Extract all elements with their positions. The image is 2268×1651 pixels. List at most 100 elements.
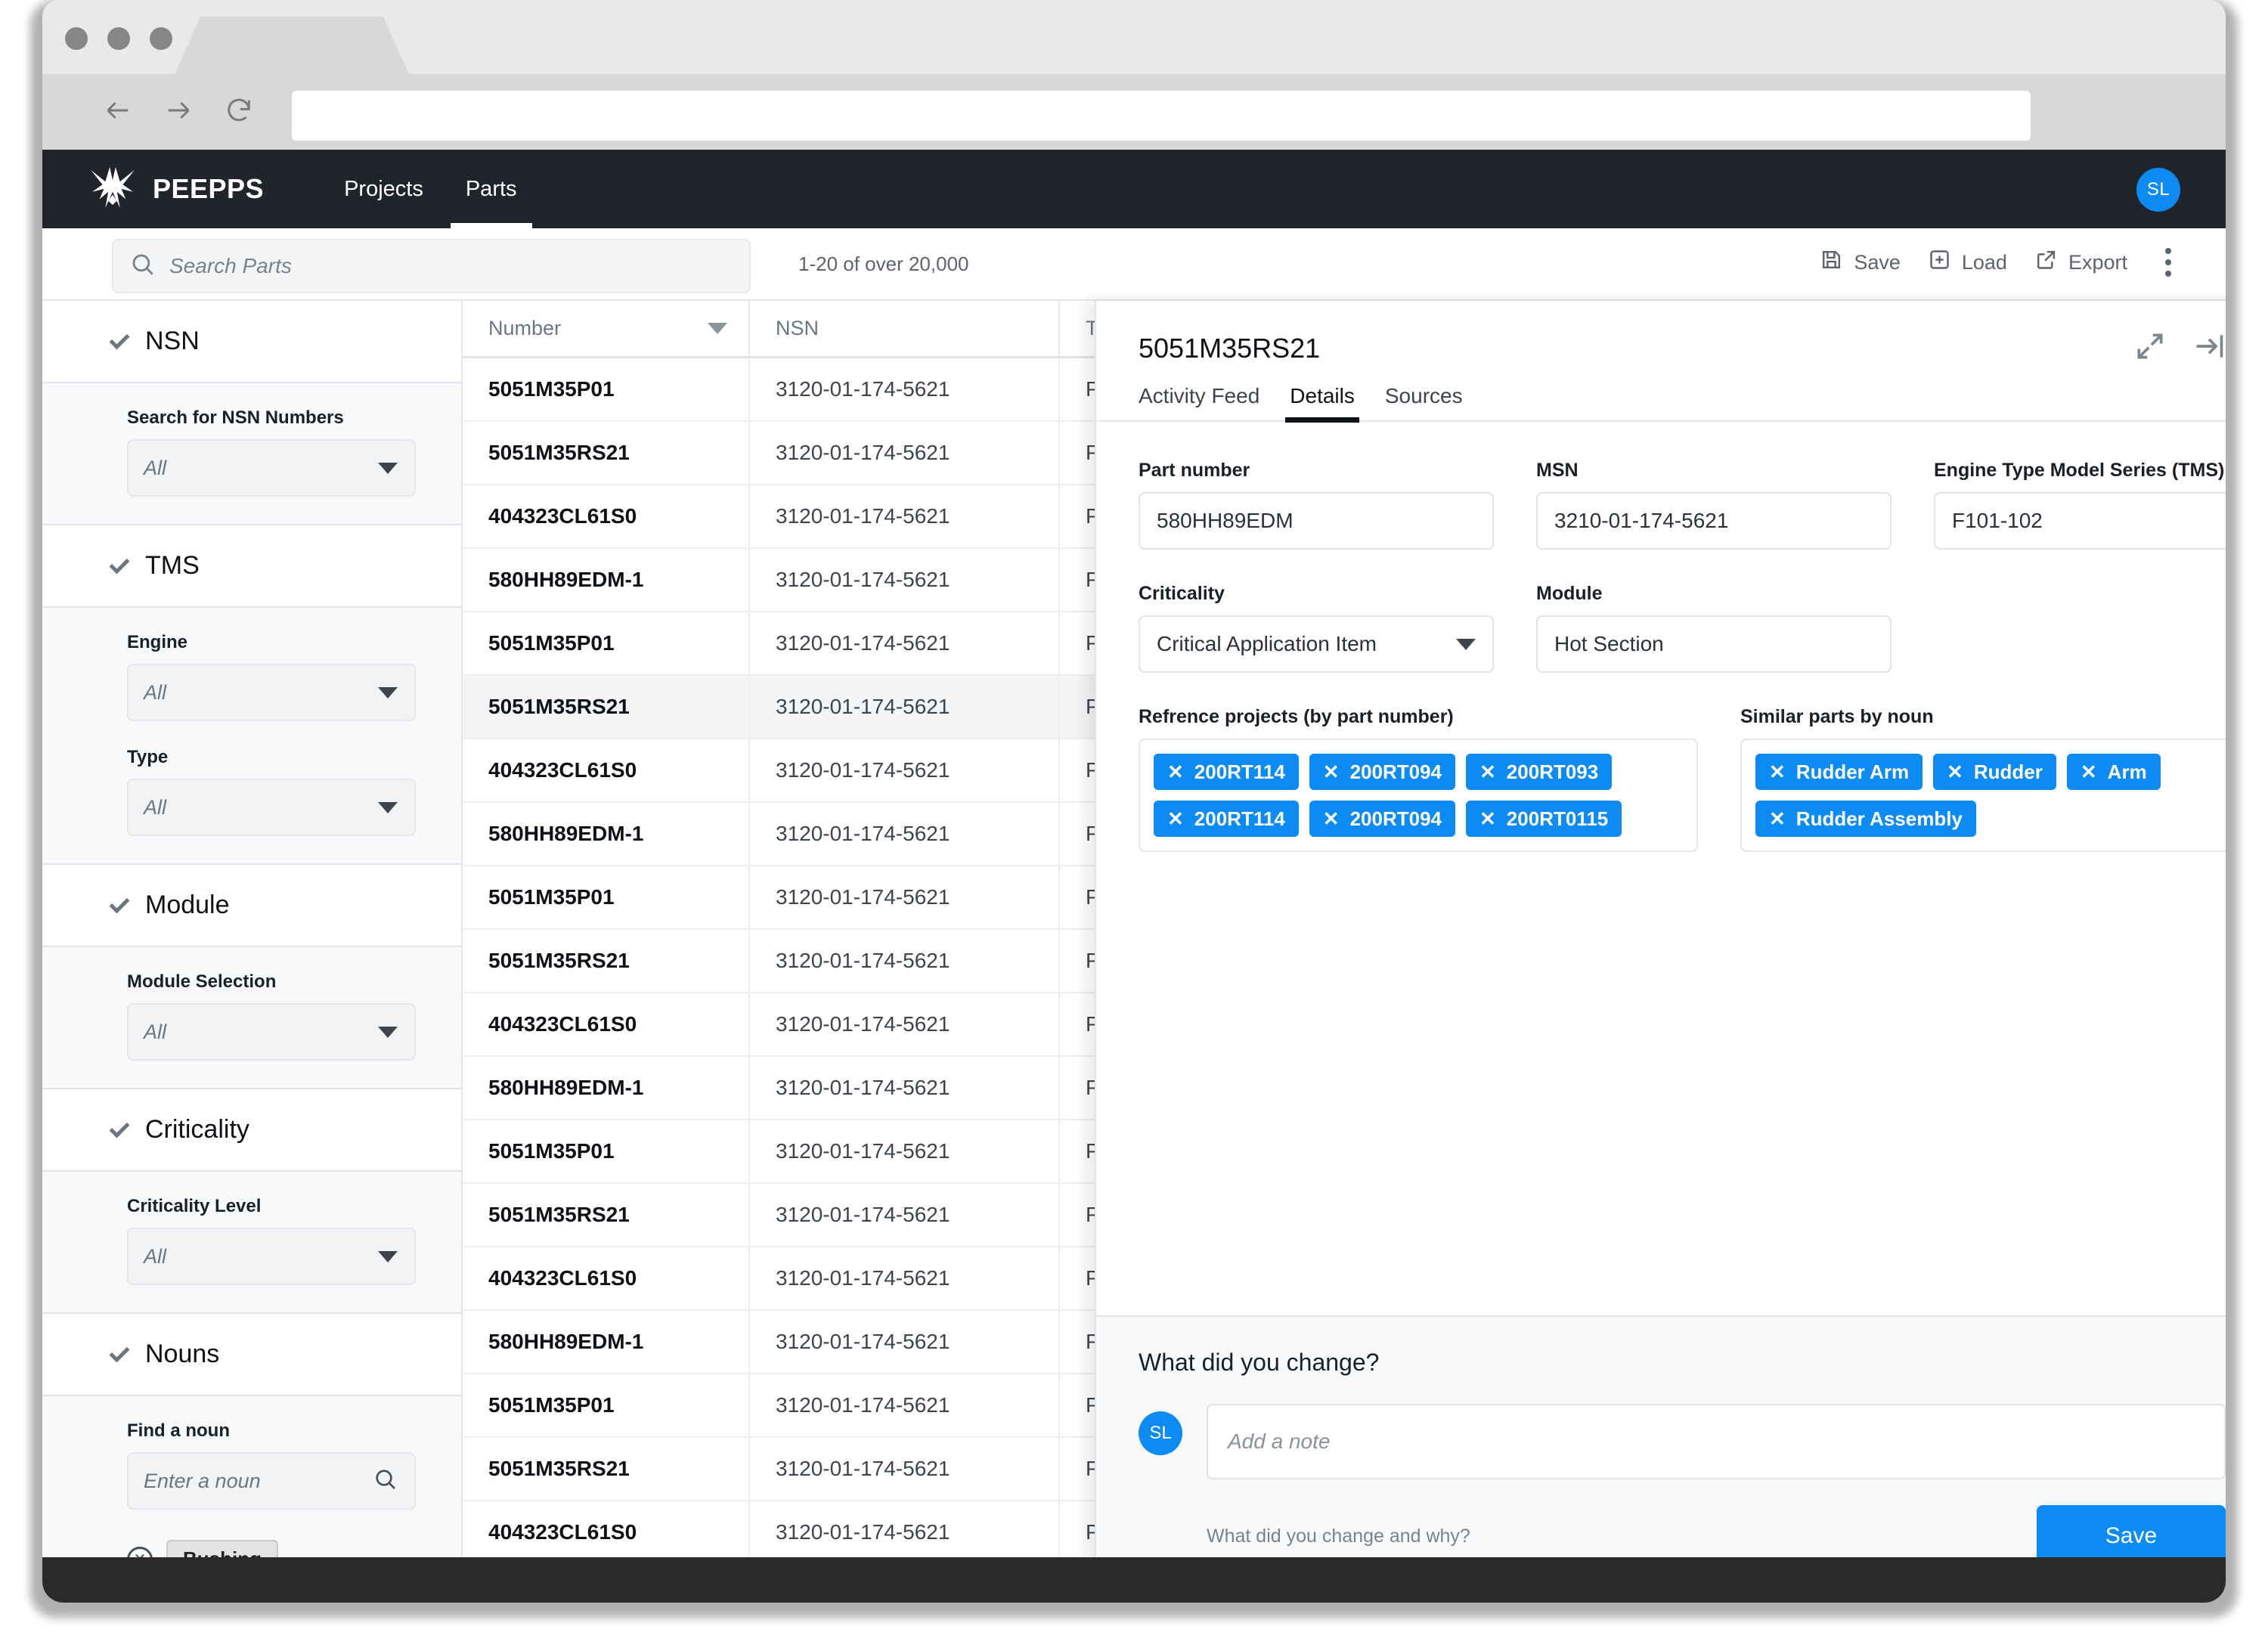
msn-input[interactable]: 3210-01-174-5621: [1536, 492, 1892, 550]
load-button[interactable]: Load: [1928, 248, 2007, 277]
detail-form: Part number 580HH89EDM MSN 3210-01-174-5…: [1096, 422, 2226, 1315]
cell-nsn: 3120-01-174-5621: [750, 1438, 1060, 1500]
similar-part-chip[interactable]: ✕Arm: [2067, 754, 2161, 790]
criticality-level-select[interactable]: All: [127, 1228, 416, 1285]
arrow-left-icon[interactable]: [101, 95, 135, 125]
search-input[interactable]: Search Parts: [112, 239, 751, 293]
noun-chip-bushing[interactable]: Bushing: [166, 1540, 278, 1557]
sidebar-section-criticality[interactable]: Criticality: [42, 1089, 461, 1172]
noun-search-placeholder: Enter a noun: [144, 1470, 261, 1493]
export-button[interactable]: Export: [2034, 248, 2127, 277]
reference-project-chip[interactable]: ✕200RT094: [1309, 801, 1455, 837]
chevron-down-icon: [378, 463, 398, 474]
close-window-dot[interactable]: [65, 27, 88, 50]
field-similar-parts: Similar parts by noun ✕Rudder Arm✕Rudder…: [1740, 706, 2226, 852]
url-input[interactable]: [292, 91, 2031, 141]
cell-number: 5051M35P01: [463, 612, 750, 674]
browser-tab[interactable]: [175, 17, 409, 74]
sidebar-section-module[interactable]: Module: [42, 865, 461, 947]
sidebar-section-nsn[interactable]: NSN: [42, 301, 461, 383]
similar-part-chip[interactable]: ✕ Rudder Assembly: [1755, 801, 1976, 837]
brand[interactable]: PEEPPS: [89, 167, 264, 212]
column-header-number-label: Number: [488, 317, 561, 340]
sidebar-section-title: NSN: [145, 327, 200, 356]
maximize-window-dot[interactable]: [150, 27, 172, 50]
column-header-number[interactable]: Number: [463, 301, 750, 356]
column-header-nsn[interactable]: NSN: [750, 301, 1060, 356]
nav-links: Projects Parts: [323, 150, 538, 228]
cell-nsn: 3120-01-174-5621: [750, 422, 1060, 484]
tms-select[interactable]: F101-102: [1934, 492, 2226, 550]
page-title: 5051M35RS21: [1139, 333, 2226, 364]
change-note-panel: What did you change? SL Add a note What …: [1096, 1315, 2226, 1557]
cell-nsn: 3120-01-174-5621: [750, 1311, 1060, 1373]
close-icon[interactable]: ✕: [1769, 809, 1786, 829]
field-label-criticality: Criticality: [1139, 583, 1494, 605]
expand-diagonal-icon[interactable]: [2133, 330, 2167, 367]
reload-icon[interactable]: [222, 95, 256, 125]
close-icon[interactable]: ✕: [2081, 762, 2097, 782]
tab-details[interactable]: Details: [1290, 384, 1355, 420]
reference-project-chip[interactable]: ✕200RT093: [1466, 754, 1612, 790]
kebab-menu-icon[interactable]: [2155, 245, 2182, 280]
engine-select[interactable]: All: [127, 664, 416, 721]
chevron-down-icon: [378, 1027, 398, 1038]
part-number-input[interactable]: 580HH89EDM: [1139, 492, 1494, 550]
cell-nsn: 3120-01-174-5621: [750, 993, 1060, 1055]
detail-form-row-2: Criticality Critical Application Item Mo…: [1139, 583, 2226, 673]
field-label-type: Type: [127, 747, 416, 768]
field-criticality: Criticality Critical Application Item: [1139, 583, 1494, 673]
save-button[interactable]: Save: [1820, 248, 1901, 277]
similar-part-chip-label: Rudder Assembly: [1796, 807, 1963, 831]
nav-link-projects[interactable]: Projects: [323, 150, 445, 228]
save-note-button[interactable]: Save: [2037, 1505, 2226, 1557]
similar-part-chip[interactable]: ✕Rudder: [1933, 754, 2056, 790]
field-msn: MSN 3210-01-174-5621: [1536, 460, 1892, 550]
note-input[interactable]: Add a note: [1207, 1404, 2226, 1479]
sidebar-section-nouns[interactable]: Nouns: [42, 1314, 461, 1396]
chevron-down-icon: [110, 1342, 130, 1362]
close-icon[interactable]: ✕: [1769, 762, 1786, 782]
detail-header-actions: [2133, 330, 2226, 367]
sort-descending-icon[interactable]: [708, 323, 727, 334]
module-value: Hot Section: [1554, 632, 1664, 656]
tab-sources[interactable]: Sources: [1385, 384, 1463, 420]
parts-toolbar: Search Parts 1-20 of over 20,000 Save Lo…: [42, 228, 2226, 301]
avatar[interactable]: SL: [2136, 168, 2180, 212]
cell-number: 580HH89EDM-1: [463, 549, 750, 611]
reference-project-chip[interactable]: ✕200RT0115: [1466, 801, 1622, 837]
reference-project-chip[interactable]: ✕200RT114: [1154, 801, 1299, 837]
type-select[interactable]: All: [127, 779, 416, 836]
nav-link-parts[interactable]: Parts: [445, 150, 538, 228]
module-input[interactable]: Hot Section: [1536, 615, 1892, 673]
close-icon[interactable]: ✕: [1323, 762, 1340, 782]
close-icon[interactable]: ✕: [1947, 762, 1963, 782]
close-icon[interactable]: ✕: [1479, 762, 1496, 782]
sidebar-section-title: Nouns: [145, 1340, 219, 1369]
cell-number: 5051M35RS21: [463, 676, 750, 738]
nsn-search-select[interactable]: All: [127, 439, 416, 497]
detail-form-row-1: Part number 580HH89EDM MSN 3210-01-174-5…: [1139, 460, 2226, 550]
collapse-right-icon[interactable]: [2192, 330, 2226, 367]
reference-project-chip[interactable]: ✕ 200RT094: [1309, 754, 1455, 790]
noun-search-input[interactable]: Enter a noun: [127, 1452, 416, 1510]
remove-noun-icon[interactable]: ✕: [127, 1547, 153, 1558]
reference-project-chip[interactable]: ✕200RT114: [1154, 754, 1299, 790]
close-icon[interactable]: ✕: [1479, 809, 1496, 829]
close-icon[interactable]: ✕: [1167, 809, 1184, 829]
reference-project-chip-label: 200RT094: [1350, 760, 1442, 784]
cell-number: 580HH89EDM-1: [463, 1311, 750, 1373]
arrow-right-icon[interactable]: [162, 95, 195, 125]
module-selection-select[interactable]: All: [127, 1003, 416, 1061]
close-icon[interactable]: ✕: [1167, 762, 1184, 782]
criticality-select[interactable]: Critical Application Item: [1139, 615, 1494, 673]
similar-part-chip[interactable]: ✕Rudder Arm: [1755, 754, 1923, 790]
field-label-reference-projects: Refrence projects (by part number): [1139, 706, 1698, 728]
app-navbar: PEEPPS Projects Parts SL: [42, 150, 2226, 228]
field-reference-projects: Refrence projects (by part number) ✕200R…: [1139, 706, 1698, 852]
minimize-window-dot[interactable]: [107, 27, 130, 50]
cell-number: 5051M35P01: [463, 1374, 750, 1436]
close-icon[interactable]: ✕: [1323, 809, 1340, 829]
tab-activity-feed[interactable]: Activity Feed: [1139, 384, 1259, 420]
sidebar-section-tms[interactable]: TMS: [42, 525, 461, 608]
